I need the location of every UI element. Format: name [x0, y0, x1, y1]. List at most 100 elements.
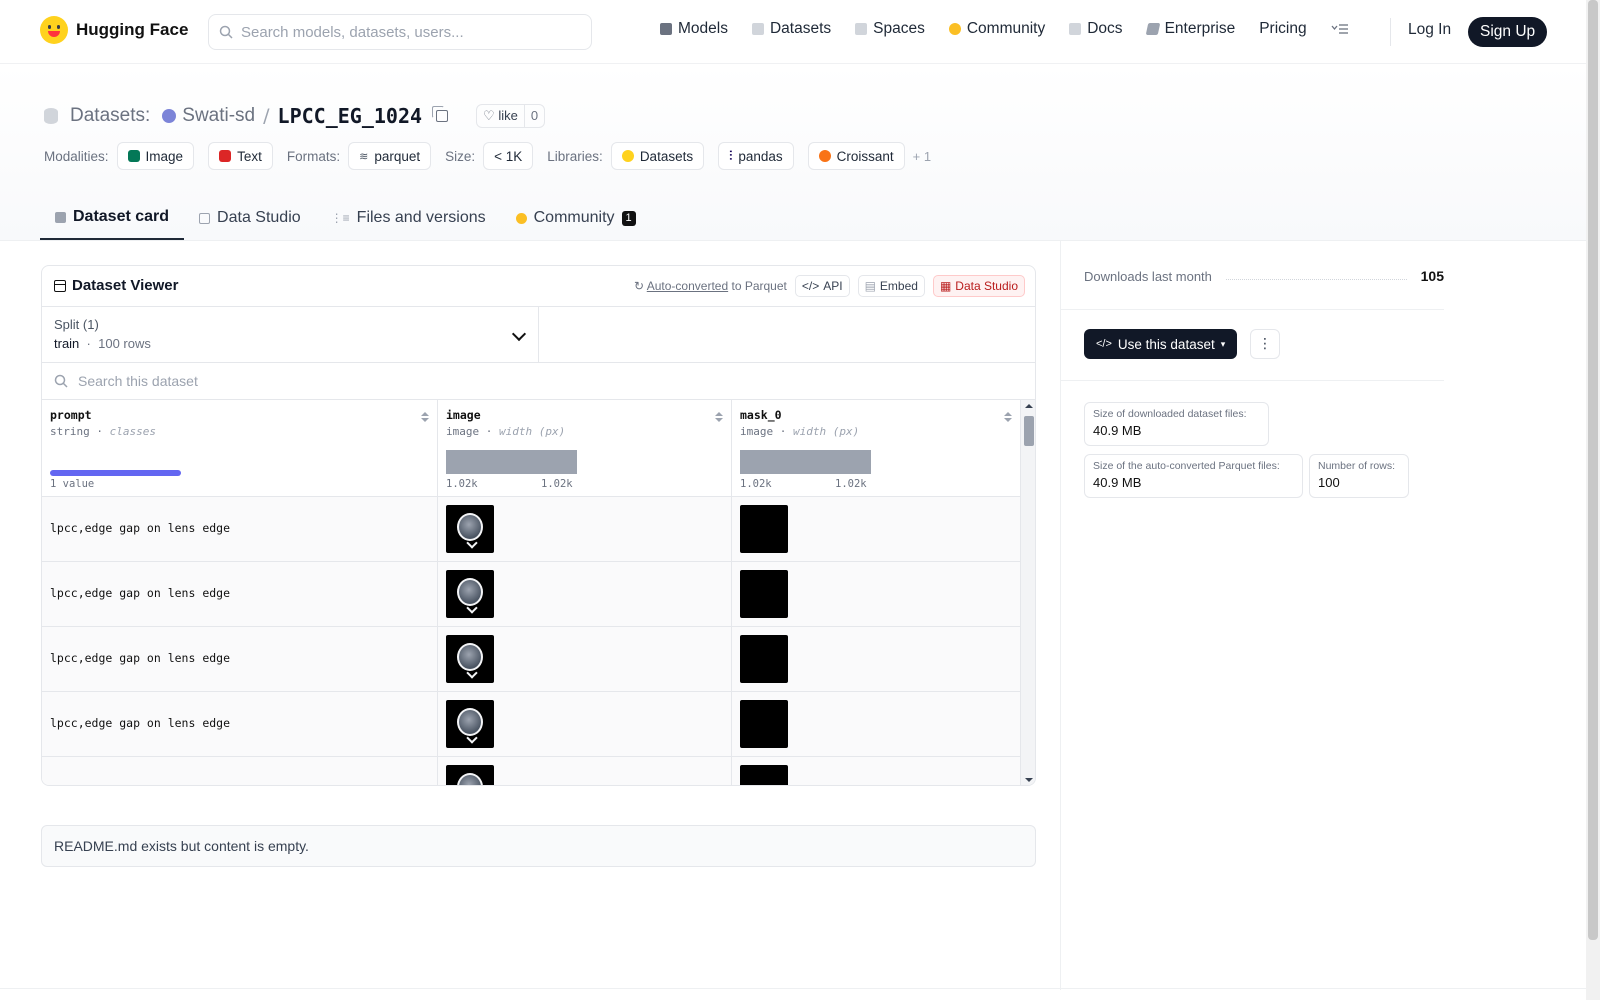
viewer-title: Dataset Viewer: [54, 277, 178, 294]
nav-more-menu[interactable]: [1331, 23, 1349, 35]
scroll-up-icon[interactable]: [1025, 404, 1033, 408]
tab-data-studio[interactable]: Data Studio: [184, 196, 316, 240]
nav-pricing[interactable]: Pricing: [1259, 20, 1306, 38]
auto-converted-link[interactable]: Auto-converted: [647, 279, 728, 293]
cell-prompt[interactable]: [42, 757, 438, 785]
cell-prompt[interactable]: lpcc,edge gap on lens edge: [42, 562, 438, 626]
table-icon: ▦: [939, 279, 952, 293]
enterprise-icon: [1145, 23, 1160, 35]
signup-button[interactable]: Sign Up: [1468, 17, 1548, 47]
models-icon: [660, 23, 672, 35]
cell-mask[interactable]: [732, 757, 1021, 785]
dataset-name[interactable]: LPCC_EG_1024: [278, 104, 423, 128]
dataset-search-input[interactable]: [78, 373, 678, 389]
table-row[interactable]: lpcc,edge gap on lens edge: [42, 692, 1021, 757]
like-label: ♡ like: [477, 105, 524, 127]
cell-image[interactable]: [438, 692, 732, 756]
image-thumbnail[interactable]: [446, 505, 494, 553]
stat-label: Size of the auto-converted Parquet files…: [1093, 460, 1280, 472]
stat-download-size: Size of downloaded dataset files: 40.9 M…: [1084, 402, 1269, 446]
cell-mask[interactable]: [732, 692, 1021, 756]
tag-text[interactable]: Text: [208, 142, 273, 170]
repo-tabs: Dataset card Data Studio ⋮≡ Files and ver…: [40, 196, 651, 240]
class-distribution-bar[interactable]: [50, 470, 181, 476]
tag-pandas[interactable]: ⫶ pandas: [718, 142, 794, 170]
login-link[interactable]: Log In: [1408, 21, 1451, 39]
more-libraries[interactable]: + 1: [913, 149, 931, 164]
column-header-image[interactable]: image image · width (px) 1.02k 1.02k: [438, 400, 732, 496]
tag-label: Image: [145, 148, 184, 164]
more-options-button[interactable]: ⋮: [1250, 329, 1280, 359]
image-thumbnail[interactable]: [446, 570, 494, 618]
like-count: 0: [523, 105, 544, 127]
org-name[interactable]: Swati-sd: [182, 105, 255, 127]
mask-thumbnail[interactable]: [740, 570, 788, 618]
page-scroll-thumb[interactable]: [1588, 0, 1598, 940]
tag-parquet[interactable]: ≋ parquet: [348, 142, 432, 170]
page-scrollbar[interactable]: [1586, 0, 1600, 1000]
table-row[interactable]: lpcc,edge gap on lens edge: [42, 562, 1021, 627]
nav-enterprise[interactable]: Enterprise: [1145, 20, 1235, 38]
table-row[interactable]: [42, 757, 1021, 785]
heart-icon: ♡: [483, 108, 495, 123]
nav-models[interactable]: Models: [660, 20, 728, 38]
cell-prompt[interactable]: lpcc,edge gap on lens edge: [42, 497, 438, 561]
column-type: string · classes: [50, 425, 156, 438]
tag-datasets-lib[interactable]: Datasets: [610, 142, 705, 170]
tab-dataset-card[interactable]: Dataset card: [40, 196, 185, 240]
scroll-thumb[interactable]: [1024, 416, 1034, 446]
copy-icon[interactable]: [432, 106, 449, 122]
nav-label: Community: [966, 20, 1046, 37]
cell-image[interactable]: [438, 497, 732, 561]
search-input[interactable]: [241, 23, 561, 41]
api-button[interactable]: </> API: [794, 275, 850, 297]
image-thumbnail[interactable]: [446, 765, 494, 785]
mask-thumbnail[interactable]: [740, 635, 788, 683]
cell-image[interactable]: [438, 562, 732, 626]
brand[interactable]: Hugging Face: [40, 16, 188, 44]
mask-thumbnail[interactable]: [740, 505, 788, 553]
cell-mask[interactable]: [732, 562, 1021, 626]
search-box[interactable]: [208, 14, 592, 50]
datasets-icon: [751, 23, 764, 35]
split-separator: ·: [86, 336, 91, 351]
split-selector[interactable]: Split (1) train · 100 rows: [42, 307, 539, 363]
column-header-prompt[interactable]: prompt string · classes 1 value: [42, 400, 438, 496]
cell-mask[interactable]: [732, 497, 1021, 561]
image-thumbnail[interactable]: [446, 700, 494, 748]
mask-thumbnail[interactable]: [740, 700, 788, 748]
tab-files[interactable]: ⋮≡ Files and versions: [316, 196, 501, 240]
dataset-search[interactable]: [42, 363, 1035, 400]
tag-image[interactable]: Image: [116, 142, 195, 170]
histogram-bar[interactable]: [446, 450, 577, 474]
mask-thumbnail[interactable]: [740, 765, 788, 785]
tab-community[interactable]: Community 1: [501, 196, 651, 240]
nav-community[interactable]: Community: [948, 20, 1046, 38]
like-button[interactable]: ♡ like 0: [476, 104, 546, 128]
embed-button[interactable]: ▤ Embed: [857, 275, 925, 297]
dataset-card-icon: [55, 211, 66, 223]
formats-label: Formats:: [286, 148, 341, 164]
nav-datasets[interactable]: Datasets: [751, 20, 831, 38]
section-label[interactable]: Datasets:: [70, 105, 150, 127]
column-header-mask-0[interactable]: mask_0 image · width (px) 1.02k 1.02k: [732, 400, 1021, 496]
image-thumbnail[interactable]: [446, 635, 494, 683]
table-row[interactable]: lpcc,edge gap on lens edge: [42, 627, 1021, 692]
nav-docs[interactable]: Docs: [1069, 20, 1123, 38]
nav-spaces[interactable]: Spaces: [855, 20, 925, 38]
cell-prompt[interactable]: lpcc,edge gap on lens edge: [42, 692, 438, 756]
cell-image[interactable]: [438, 757, 732, 785]
cell-image[interactable]: [438, 627, 732, 691]
tag-size[interactable]: < 1K: [483, 142, 534, 170]
use-dataset-label: Use this dataset: [1117, 336, 1215, 352]
prompt-text: lpcc,edge gap on lens edge: [50, 716, 231, 730]
use-dataset-button[interactable]: </> Use this dataset ▾: [1084, 329, 1238, 359]
table-row[interactable]: lpcc,edge gap on lens edge: [42, 497, 1021, 562]
histogram-bar[interactable]: [740, 450, 871, 474]
cell-mask[interactable]: [732, 627, 1021, 691]
data-studio-button[interactable]: ▦ Data Studio: [932, 275, 1025, 297]
scroll-down-icon[interactable]: [1025, 778, 1033, 782]
table-scrollbar[interactable]: [1021, 400, 1035, 785]
cell-prompt[interactable]: lpcc,edge gap on lens edge: [42, 627, 438, 691]
tag-croissant[interactable]: Croissant: [807, 142, 905, 170]
